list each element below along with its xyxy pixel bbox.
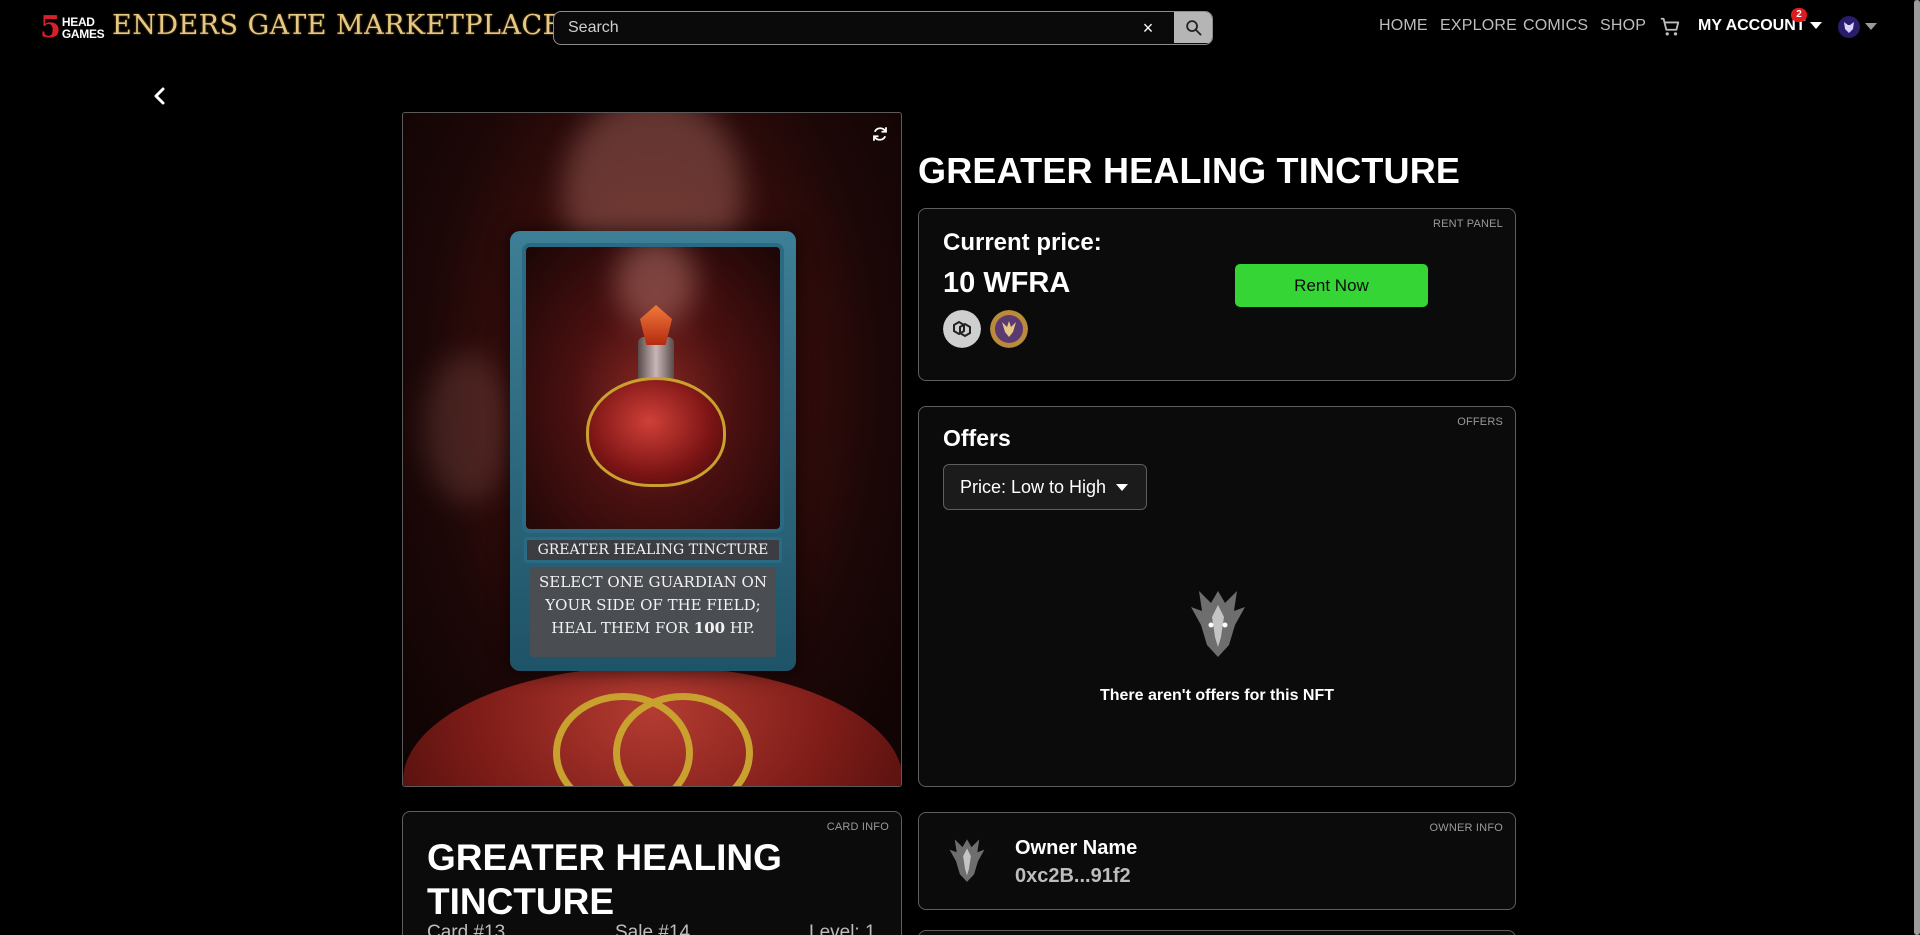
current-price-label: Current price:	[943, 229, 1102, 256]
next-panel	[918, 930, 1516, 935]
panel-tag: OWNER INFO	[1429, 822, 1503, 834]
offers-panel: OFFERS Offers Price: Low to High There a…	[918, 406, 1516, 787]
wolf-avatar-icon	[1844, 22, 1854, 33]
back-arrow-icon[interactable]	[150, 85, 170, 107]
owner-address[interactable]: 0xc2B...91f2	[1015, 865, 1131, 888]
scrollbar-thumb[interactable]	[1914, 0, 1920, 935]
chevron-down-icon	[1116, 484, 1128, 491]
my-account-label: MY ACCOUNT	[1698, 17, 1806, 34]
avatar-menu-caret[interactable]	[1865, 23, 1877, 30]
logo-number: 5	[40, 10, 61, 45]
card-text-line: HEAL THEM FOR 100 HP.	[530, 617, 776, 640]
search-input[interactable]	[568, 12, 1128, 43]
search-button[interactable]	[1174, 12, 1212, 43]
sale-number: Sale #14	[615, 922, 691, 935]
sort-offers-select[interactable]: Price: Low to High	[943, 464, 1147, 510]
nav-comics[interactable]: COMICS	[1523, 17, 1588, 35]
potion-bottle	[586, 377, 726, 487]
owner-info-panel: OWNER INFO Owner Name 0xc2B...91f2	[918, 812, 1516, 910]
card-text-line: SELECT ONE GUARDIAN ON	[539, 573, 767, 591]
top-navigation-bar: 5 HEAD GAMES ENDERS GATE MARKETPLACE × H…	[0, 0, 1920, 56]
card-info-title-line: TINCTURE	[427, 881, 615, 922]
offers-title: Offers	[943, 425, 1011, 451]
nav-shop[interactable]: SHOP	[1600, 17, 1646, 35]
clear-search-button[interactable]: ×	[1137, 17, 1159, 39]
panel-tag: OFFERS	[1457, 416, 1503, 428]
sort-selected-value: Price: Low to High	[960, 476, 1107, 497]
cart-icon[interactable]	[1659, 16, 1681, 38]
card-info-panel: CARD INFO GREATER HEALING TINCTURE Card …	[402, 811, 902, 935]
card-text-fragment: HEAL THEM FOR	[551, 619, 694, 637]
card-text-fragment: HP.	[725, 619, 755, 637]
logo-text: HEAD GAMES	[62, 16, 105, 40]
dragon-logo-icon	[1191, 591, 1245, 657]
chevron-down-icon	[1809, 22, 1822, 29]
card-name-banner: GREATER HEALING TINCTURE	[524, 537, 782, 563]
brand-title[interactable]: ENDERS GATE MARKETPLACE	[112, 10, 563, 41]
nav-explore[interactable]: EXPLORE	[1440, 17, 1517, 35]
panel-tag: RENT PANEL	[1432, 218, 1503, 230]
logo-line-2: GAMES	[61, 27, 105, 41]
smoke-effect	[423, 353, 513, 503]
nft-image-panel: GREATER HEALING TINCTURE SELECT ONE GUAR…	[402, 112, 902, 787]
no-offers-message: There aren't offers for this NFT	[1099, 687, 1335, 704]
rent-now-button[interactable]: Rent Now	[1235, 264, 1428, 307]
notification-badge: 2	[1791, 8, 1807, 22]
5headgames-logo[interactable]: 5 HEAD GAMES	[40, 10, 105, 45]
product-title: GREATER HEALING TINCTURE	[918, 150, 1461, 191]
search-icon	[1185, 20, 1201, 36]
owner-name[interactable]: Owner Name	[1015, 837, 1137, 860]
nav-home[interactable]: HOME	[1379, 17, 1428, 35]
card-level: Level: 1	[809, 922, 876, 935]
refresh-icon[interactable]	[871, 125, 889, 143]
card-ability-text: SELECT ONE GUARDIAN ON YOUR SIDE OF THE …	[530, 567, 776, 657]
search-bar: ×	[553, 11, 1213, 45]
page-scrollbar[interactable]	[1914, 0, 1920, 935]
card-illustration	[522, 243, 784, 533]
wfra-token-icon[interactable]	[990, 310, 1028, 348]
panel-tag: CARD INFO	[826, 821, 889, 833]
current-price-value: 10 WFRA	[943, 267, 1071, 299]
owner-avatar-icon[interactable]	[947, 835, 987, 885]
card-info-title-line: GREATER HEALING	[427, 837, 782, 878]
avatar-icon[interactable]	[1838, 16, 1860, 38]
card-number: Card #13	[427, 922, 506, 935]
card-info-title: GREATER HEALING TINCTURE	[427, 836, 782, 924]
polygon-token-icon[interactable]	[943, 310, 981, 348]
card-artwork: GREATER HEALING TINCTURE SELECT ONE GUAR…	[510, 231, 796, 671]
heal-amount: 100	[693, 619, 726, 637]
rent-panel: RENT PANEL Current price: 10 WFRA Rent N…	[918, 208, 1516, 381]
card-text-line: YOUR SIDE OF THE FIELD;	[545, 596, 761, 614]
